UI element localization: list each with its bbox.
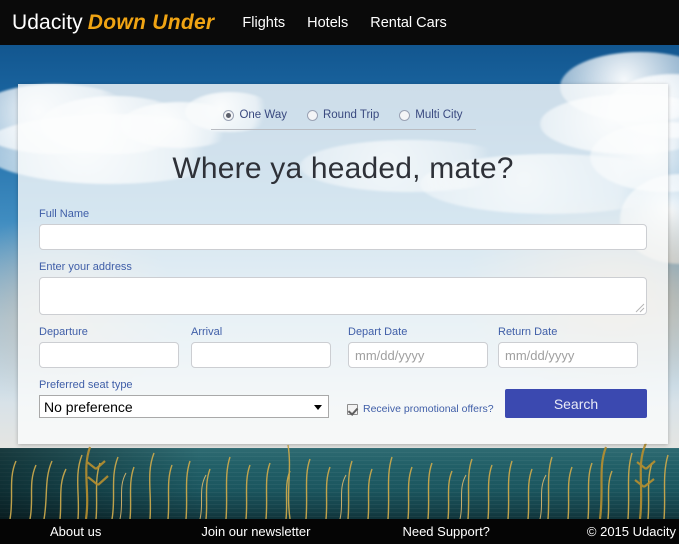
site-logo[interactable]: Udacity Down Under [12,11,214,35]
page-root: Udacity Down Under Flights Hotels Rental … [0,0,679,544]
return-date-input[interactable] [498,342,638,368]
seat-type-label: Preferred seat type [39,379,133,391]
seat-type-field-group: Preferred seat type No preference Aisle … [39,379,329,418]
radio-button-one-way[interactable] [223,109,235,121]
full-name-label: Full Name [39,208,90,220]
route-and-dates-row: Departure Arrival Depart Date Return Dat… [39,326,647,368]
radio-label-round-trip: Round Trip [322,109,380,121]
seat-type-select[interactable]: No preference Aisle Window Middle [39,395,329,418]
page-title: Where ya headed, mate? [172,152,514,185]
horizontal-divider [210,129,476,130]
promo-checkbox[interactable] [347,403,358,415]
radio-option-multi-city[interactable]: Multi City [399,109,463,121]
footer-link-support[interactable]: Need Support? [402,524,489,539]
depart-date-label: Depart Date [348,326,408,338]
radio-button-multi-city[interactable] [399,109,411,121]
grass-silhouette [9,442,669,519]
return-date-field-group: Return Date [498,326,638,368]
search-form-panel: One Way Round Trip Multi City Where ya h… [18,84,668,444]
preferences-and-submit-row: Preferred seat type No preference Aisle … [39,379,647,418]
promo-checkbox-row[interactable]: Receive promotional offers? [347,403,494,415]
radio-option-round-trip[interactable]: Round Trip [306,109,380,121]
arrival-input[interactable] [191,342,331,368]
trip-type-radio-group: One Way Round Trip Multi City [18,84,668,121]
copyright-text: © 2015 Udacity [586,524,676,539]
depart-date-field-group: Depart Date [348,326,488,368]
search-button[interactable]: Search [505,389,647,418]
nav-link-flights[interactable]: Flights [242,15,285,31]
address-label: Enter your address [39,261,132,273]
site-footer: About us Join our newsletter Need Suppor… [0,519,679,544]
departure-field-group: Departure [39,326,179,368]
top-navigation-bar: Udacity Down Under Flights Hotels Rental … [0,0,679,45]
promo-checkbox-label: Receive promotional offers? [363,403,494,415]
arrival-label: Arrival [191,326,223,338]
logo-primary-text: Udacity [12,10,83,34]
footer-link-about-us[interactable]: About us [50,524,101,539]
depart-date-input[interactable] [348,342,488,368]
radio-option-one-way[interactable]: One Way [223,109,287,121]
footer-link-newsletter[interactable]: Join our newsletter [201,524,310,539]
address-field-wrapper [39,277,647,315]
nav-link-rental-cars[interactable]: Rental Cars [370,15,447,31]
arrival-field-group: Arrival [191,326,331,368]
return-date-label: Return Date [498,326,558,338]
radio-label-multi-city: Multi City [415,109,463,121]
logo-accent-text: Down Under [87,10,215,34]
radio-button-round-trip[interactable] [306,109,318,121]
nav-link-hotels[interactable]: Hotels [307,15,348,31]
nav-links: Flights Hotels Rental Cars [242,15,446,31]
seat-type-select-wrapper: No preference Aisle Window Middle [39,395,329,418]
radio-label-one-way: One Way [239,109,287,121]
address-textarea[interactable] [39,277,647,315]
departure-input[interactable] [39,342,179,368]
full-name-input[interactable] [39,224,647,250]
departure-label: Departure [39,326,88,338]
flight-search-form: Full Name Enter your address Departure A… [18,208,668,418]
